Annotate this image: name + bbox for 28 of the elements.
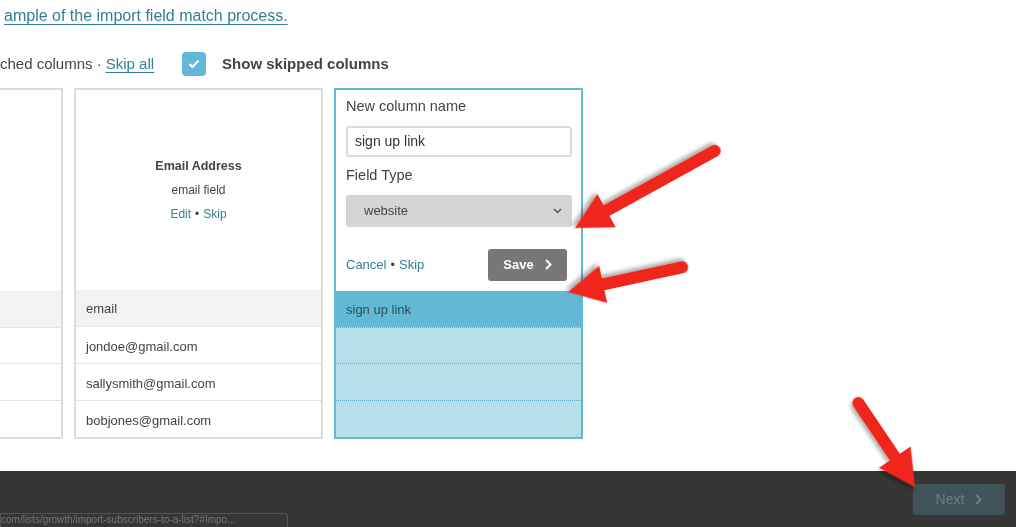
skip-all-link[interactable]: Skip all [105,52,155,76]
type-select[interactable]: website [346,194,572,227]
matched-columns-text: ched columns · [0,53,102,74]
column-title: Email Address [155,157,242,175]
chevron-icon [974,494,983,505]
header-cell: sign up link [336,290,581,327]
table-cell: jondoe@gmail.com [76,326,321,363]
save-button[interactable]: Save [488,248,567,281]
checkbox-label: Show skipped columns [222,53,389,74]
action-link[interactable]: Skip [203,207,227,222]
table-cell: sallysmith@gmail.com [76,363,321,400]
header-cell: email [76,290,321,326]
action-link[interactable]: Edit [170,207,192,222]
type-label: Field Type [346,165,414,185]
checkbox[interactable] [182,52,207,76]
separator-dot: • [390,256,396,272]
action-link[interactable]: Cancel [346,256,387,272]
status-url: com/lists/growth/import-subscribers-to-a-list?#Impo... [0,513,288,527]
help-link[interactable]: ample of the import field match process. [4,4,288,28]
action-link[interactable]: Skip [399,256,425,272]
name-input[interactable]: sign up link [346,125,572,157]
separator-dot: • [195,207,200,222]
check-icon [188,59,201,69]
field-type-text: email field [171,182,226,200]
caret-icon [553,207,562,214]
table-cell: bobjones@gmail.com [76,400,321,437]
name-label: New column name [346,97,468,116]
chevron-icon [543,259,552,270]
